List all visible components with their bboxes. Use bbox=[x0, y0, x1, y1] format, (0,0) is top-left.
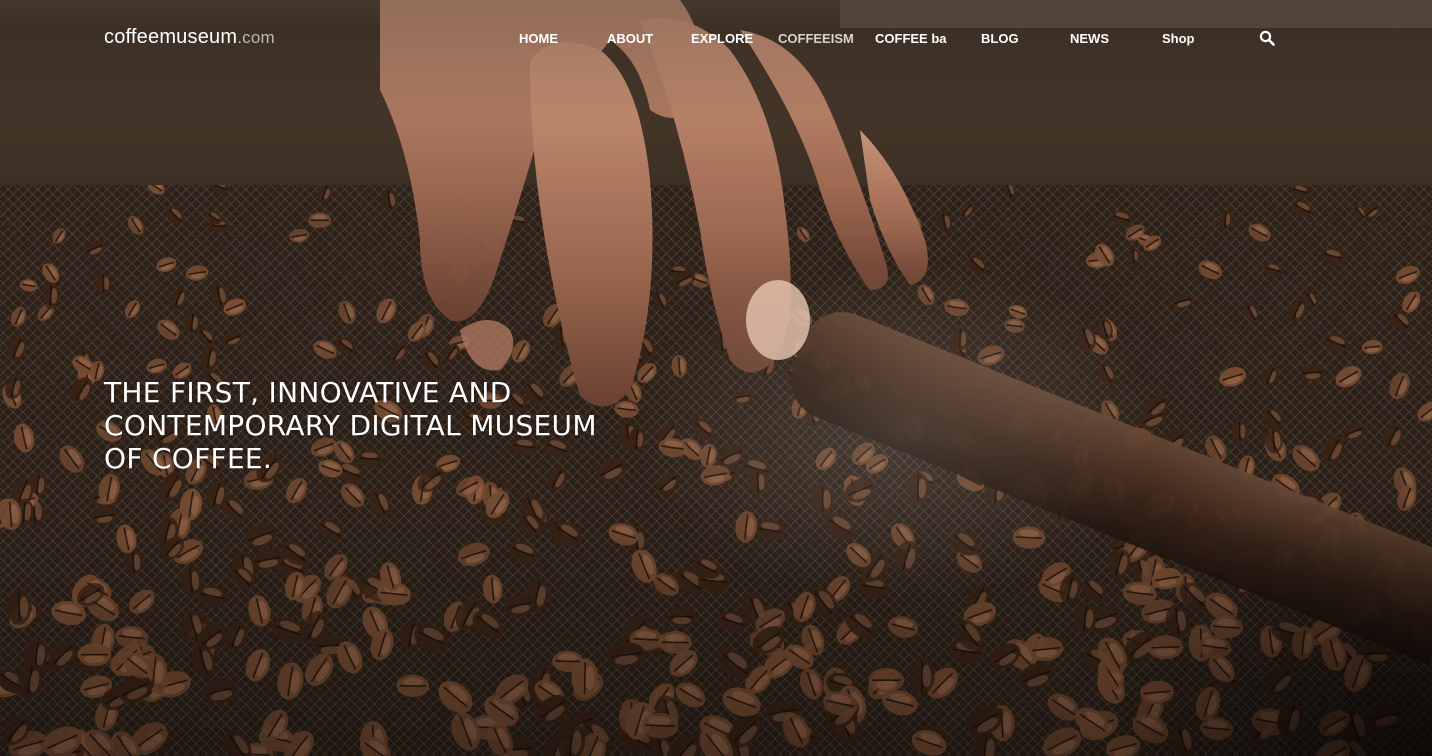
nav-about[interactable]: ABOUT bbox=[607, 31, 653, 46]
search-icon[interactable] bbox=[1259, 30, 1277, 48]
nav-blog[interactable]: BLOG bbox=[981, 31, 1019, 46]
logo-tld: .com bbox=[237, 28, 275, 47]
headline-line-1: THE FIRST, INNOVATIVE AND bbox=[104, 376, 512, 409]
nav-explore[interactable]: EXPLORE bbox=[691, 31, 753, 46]
logo-name: coffeemuseum bbox=[104, 26, 238, 48]
nav-news[interactable]: NEWS bbox=[1070, 31, 1109, 46]
hero-headline: THE FIRST, INNOVATIVE AND CONTEMPORARY D… bbox=[104, 376, 704, 475]
top-navbar: coffeemuseum.com HOME ABOUT EXPLORE COFF… bbox=[0, 0, 1432, 76]
nav-coffee-ba[interactable]: COFFEE ba bbox=[875, 31, 947, 46]
headline-line-2: CONTEMPORARY DIGITAL MUSEUM bbox=[104, 409, 597, 442]
nav-shop[interactable]: Shop bbox=[1162, 31, 1195, 46]
headline-line-3: OF COFFEE. bbox=[104, 442, 273, 475]
nav-home[interactable]: HOME bbox=[519, 31, 558, 46]
nav-coffeeism[interactable]: COFFEEISM bbox=[778, 31, 854, 46]
site-logo[interactable]: coffeemuseum.com bbox=[104, 26, 275, 49]
